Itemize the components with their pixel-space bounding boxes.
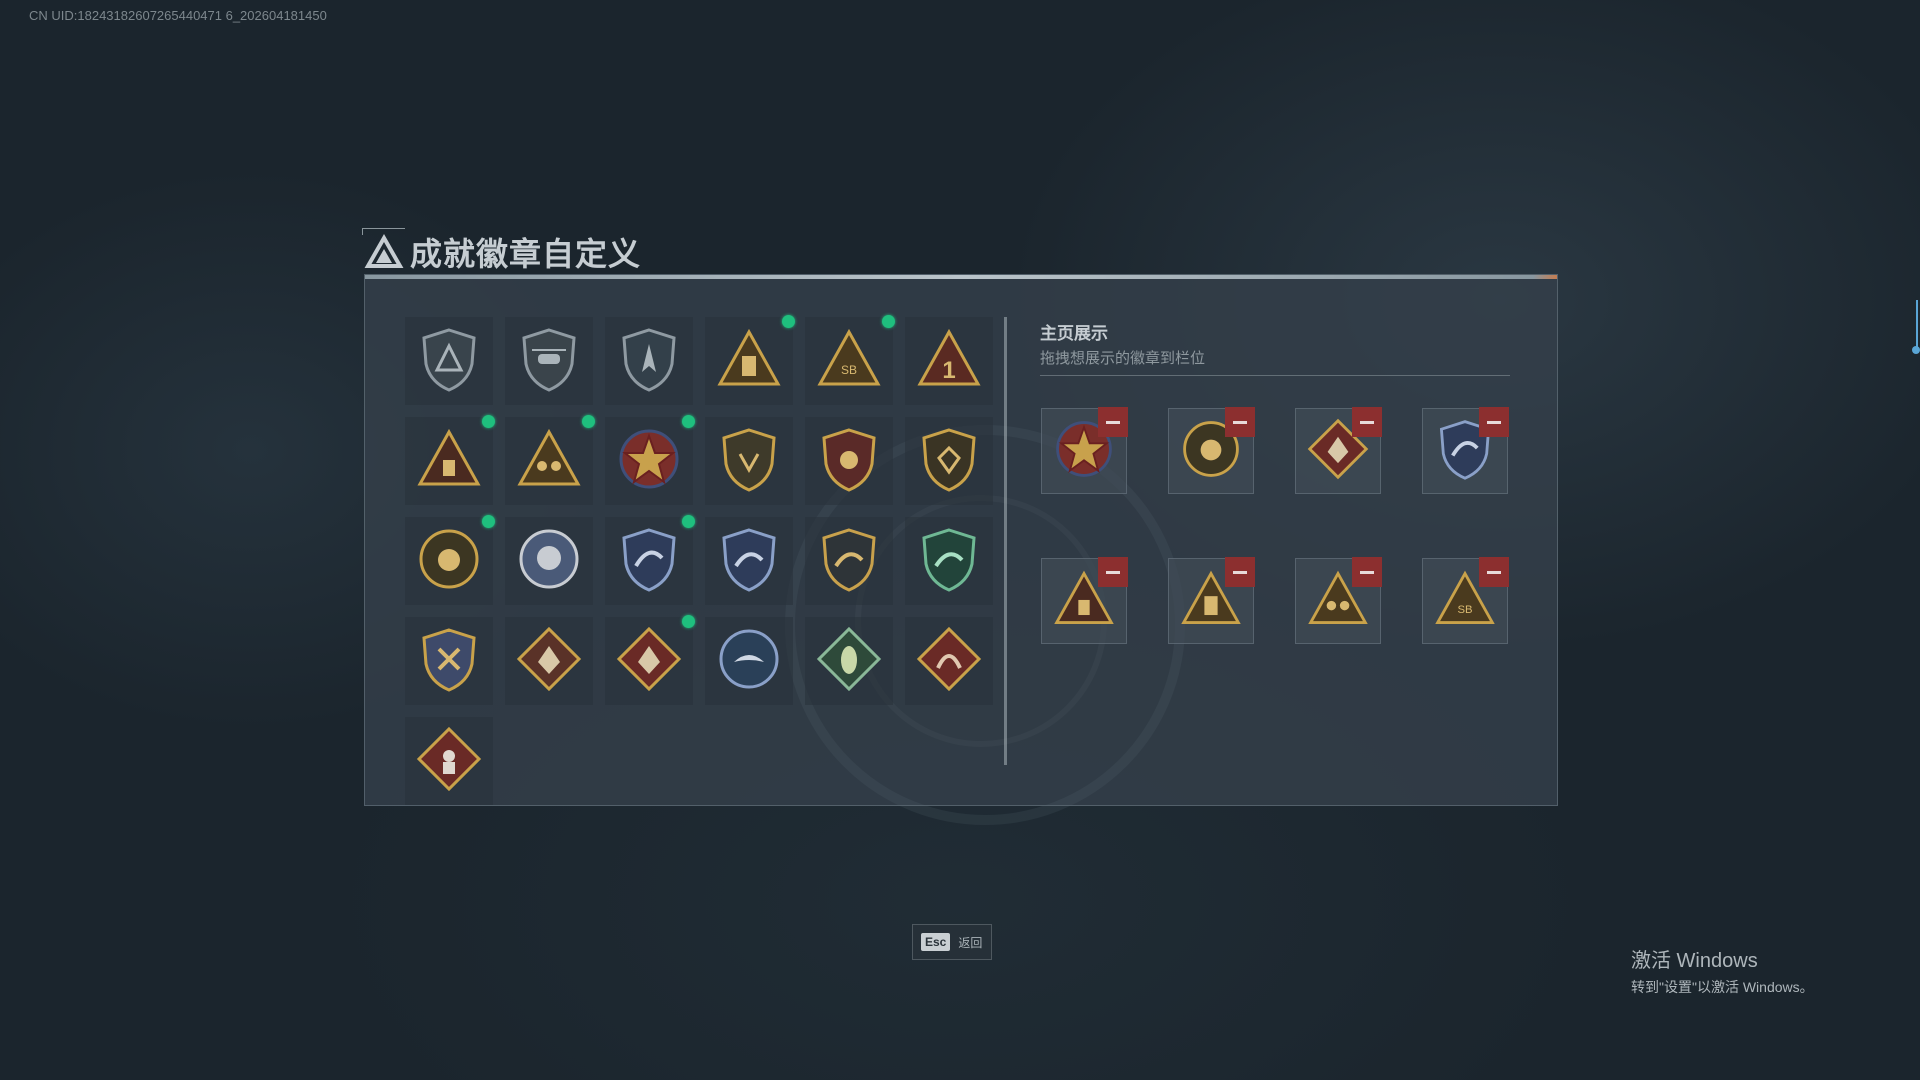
badge-slot[interactable] [405, 515, 495, 605]
badge-slot[interactable] [905, 617, 993, 705]
uid-label: CN UID:18243182607265440471 6_2026041814… [29, 8, 327, 23]
badge-slot[interactable] [905, 517, 993, 605]
remove-badge-button[interactable] [1098, 557, 1128, 587]
new-indicator-dot [682, 615, 695, 628]
gold-helmet-badge-icon [414, 524, 484, 599]
remove-badge-button[interactable] [1352, 557, 1382, 587]
esc-key: Esc [921, 933, 951, 951]
badge-slot[interactable] [505, 317, 593, 405]
showcase-subtitle: 拖拽想展示的徽章到栏位 [1040, 350, 1206, 367]
showcase-slot[interactable] [1295, 407, 1382, 494]
remove-badge-button[interactable] [1225, 407, 1255, 437]
badge-slot[interactable] [405, 415, 495, 505]
gem-shield-badge-icon [914, 424, 984, 499]
badge-slot[interactable] [405, 717, 493, 805]
badge-slot[interactable] [805, 617, 893, 705]
badge-slot[interactable] [905, 417, 993, 505]
badge-slot[interactable] [505, 617, 593, 705]
badge-slot[interactable] [705, 315, 795, 405]
badge-slot[interactable] [705, 517, 793, 605]
new-indicator-dot [682, 415, 695, 428]
showcase-slot[interactable] [1168, 407, 1255, 494]
gold-cross-crest-badge-icon [414, 624, 484, 699]
remove-badge-button[interactable] [1479, 557, 1509, 587]
badge-slot[interactable] [605, 515, 695, 605]
skull-crest-badge-icon [514, 524, 584, 599]
showcase-slot[interactable]: SB [1422, 557, 1509, 644]
red-wolf-diamond-badge-icon [614, 624, 684, 699]
badge-slot[interactable] [605, 615, 695, 705]
red-soldier-badge-icon [414, 724, 484, 799]
remove-badge-button[interactable] [1479, 407, 1509, 437]
gold-sb-badge-icon: SB [814, 324, 884, 399]
svg-text:1: 1 [942, 357, 955, 384]
badge-grid: SB 1 [405, 315, 993, 805]
wolf-diamond-badge-icon [514, 624, 584, 699]
triangle-logo-icon [362, 228, 405, 272]
badge-slot[interactable] [705, 617, 793, 705]
blue-shark-crest-badge-icon [614, 524, 684, 599]
blue-shark-shield-badge-icon [714, 524, 784, 599]
showcase-slot[interactable] [1168, 557, 1255, 644]
badge-slot[interactable]: SB [805, 315, 895, 405]
dark-shark-shield-badge-icon [814, 524, 884, 599]
svg-text:SB: SB [1457, 604, 1472, 616]
badge-slot[interactable] [705, 417, 793, 505]
starred-crest-badge-icon [814, 424, 884, 499]
divider [1004, 317, 1007, 765]
showcase-underline [1040, 375, 1510, 376]
new-indicator-dot [482, 515, 495, 528]
gold-building-badge-icon [714, 324, 784, 399]
svg-text:SB: SB [841, 363, 857, 377]
badge-panel: SB 1 主页展示 拖拽想展示的徽章到栏位 SB [364, 274, 1558, 825]
showcase-slot[interactable] [1422, 407, 1509, 494]
remove-badge-button[interactable] [1098, 407, 1128, 437]
showcase-title: 主页展示 [1040, 324, 1108, 343]
gold-star-emblem-badge-icon [614, 424, 684, 499]
back-label: 返回 [958, 935, 983, 950]
badge-slot[interactable] [505, 517, 593, 605]
green-shark-shield-badge-icon [914, 524, 984, 599]
helicopter-badge-icon [514, 324, 584, 399]
badge-slot[interactable] [505, 415, 595, 505]
gold-soldiers-badge-icon [514, 424, 584, 499]
showcase-grid: SB [1041, 407, 1509, 644]
gold-pyramid-badge-icon [414, 424, 484, 499]
page-header: 成就徽章自定义 [362, 228, 642, 274]
badge-slot[interactable] [405, 317, 493, 405]
winged-shield-badge-icon [714, 424, 784, 499]
badge-slot[interactable] [805, 517, 893, 605]
back-button[interactable]: Esc 返回 [912, 924, 992, 960]
badge-slot[interactable] [605, 317, 693, 405]
new-indicator-dot [482, 415, 495, 428]
triangle-shield-badge-icon [414, 324, 484, 399]
showcase-slot[interactable] [1295, 557, 1382, 644]
new-indicator-dot [582, 415, 595, 428]
page-title: 成就徽章自定义 [410, 236, 642, 272]
badge-slot[interactable] [805, 417, 893, 505]
remove-badge-button[interactable] [1225, 557, 1255, 587]
red-dragon-badge-icon [914, 624, 984, 699]
showcase-slot[interactable] [1041, 557, 1128, 644]
gold-number-one-badge-icon: 1 [914, 324, 984, 399]
edge-scroll-indicator [1912, 300, 1920, 358]
new-indicator-dot [882, 315, 895, 328]
panel-top-bar [365, 275, 1557, 279]
showcase-slot[interactable] [1041, 407, 1128, 494]
windows-activation-notice: 激活 Windows 转到"设置"以激活 Windows。 [1631, 944, 1814, 997]
badge-slot[interactable] [605, 415, 695, 505]
green-hornet-badge-icon [814, 624, 884, 699]
spear-shield-badge-icon [614, 324, 684, 399]
remove-badge-button[interactable] [1352, 407, 1382, 437]
new-indicator-dot [682, 515, 695, 528]
windows-activation-subtitle: 转到"设置"以激活 Windows。 [1631, 979, 1814, 995]
badge-slot[interactable]: 1 [905, 317, 993, 405]
blue-eagle-badge-icon [714, 624, 784, 699]
badge-slot[interactable] [405, 617, 493, 705]
windows-activation-title: 激活 Windows [1631, 950, 1758, 972]
new-indicator-dot [782, 315, 795, 328]
